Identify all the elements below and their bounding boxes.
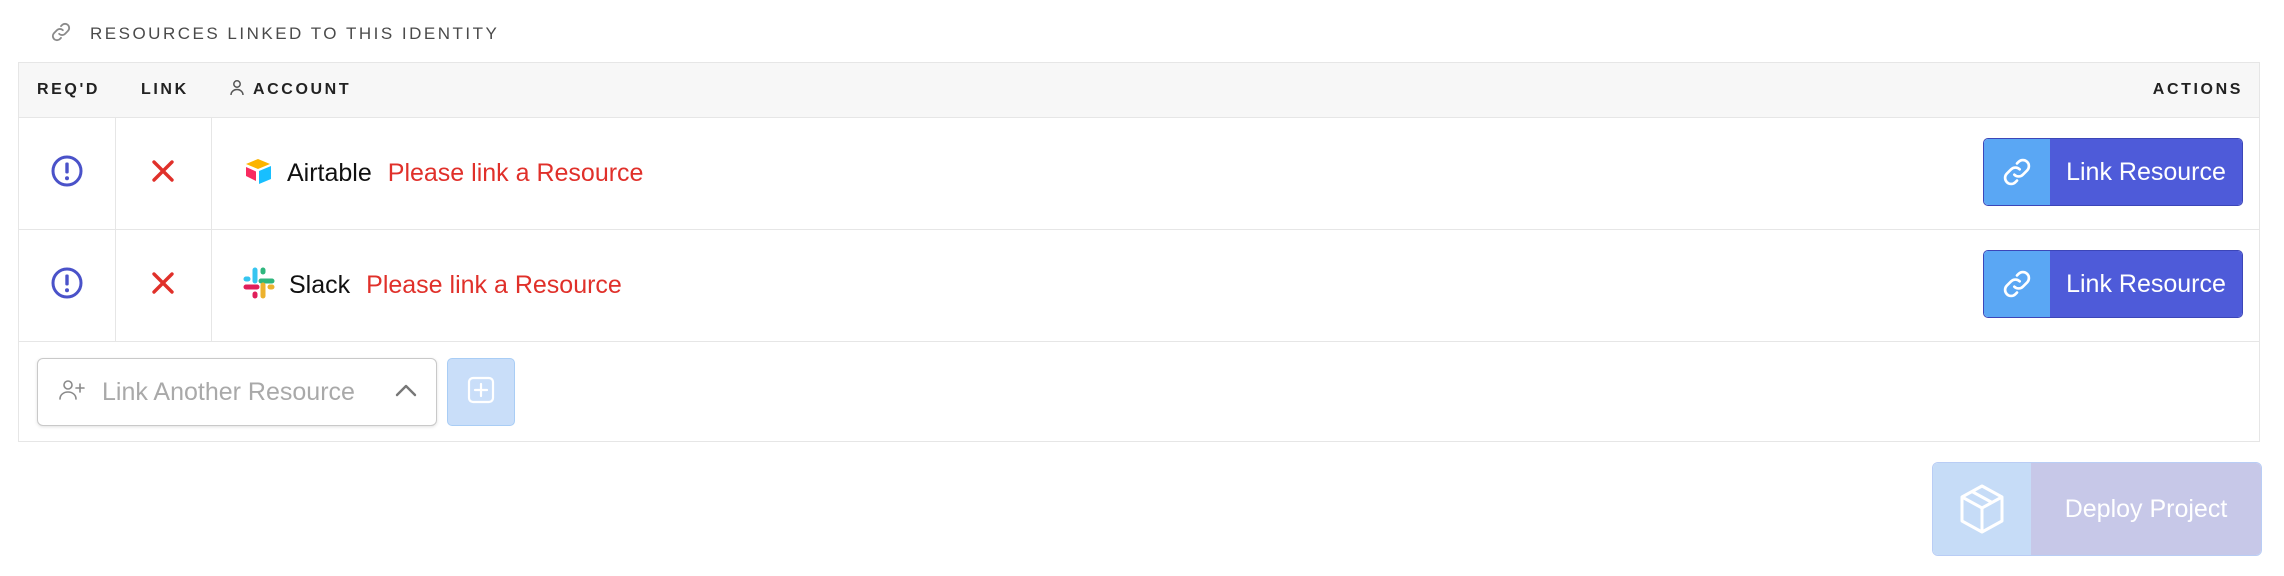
- required-cell: [19, 229, 116, 341]
- link-another-row: Link Another Resource: [19, 341, 2259, 441]
- account-name: Airtable: [287, 158, 372, 187]
- link-resource-button[interactable]: Link Resource: [1983, 250, 2243, 318]
- column-header-account-label: ACCOUNT: [253, 81, 352, 98]
- user-icon: [229, 79, 245, 102]
- package-icon: [1933, 463, 2031, 555]
- column-header-account: ACCOUNT: [229, 63, 351, 117]
- link-warning: Please link a Resource: [387, 158, 644, 187]
- section-header: RESOURCES LINKED TO THIS IDENTITY: [50, 22, 499, 46]
- account-cell: Airtable Please link a Resource: [243, 117, 643, 229]
- chevron-up-icon[interactable]: [394, 382, 418, 403]
- table-header: REQ'D LINK ACCOUNT ACTIONS: [19, 63, 2259, 118]
- column-header-actions: ACTIONS: [2152, 81, 2243, 98]
- link-status-cell: [115, 117, 212, 229]
- slack-logo-icon: [243, 267, 275, 304]
- required-cell: [19, 117, 116, 229]
- deploy-project-label: Deploy Project: [2031, 463, 2261, 555]
- column-header-link: LINK: [141, 81, 189, 98]
- link-resource-label: Link Resource: [2050, 251, 2242, 317]
- add-user-icon: [58, 378, 86, 407]
- account-name: Slack: [289, 270, 351, 299]
- select-placeholder: Link Another Resource: [102, 377, 355, 406]
- exclamation-circle-icon: [50, 266, 84, 305]
- link-icon: [50, 21, 72, 48]
- link-icon: [1984, 251, 2050, 317]
- link-status-cell: [115, 229, 212, 341]
- link-warning: Please link a Resource: [366, 270, 622, 299]
- resources-table: REQ'D LINK ACCOUNT ACTIONS Airtable Plea…: [18, 62, 2260, 442]
- table-row: Airtable Please link a Resource Link Res…: [19, 117, 2259, 230]
- x-icon: [151, 271, 175, 300]
- link-icon: [1984, 139, 2050, 205]
- link-resource-button[interactable]: Link Resource: [1983, 138, 2243, 206]
- add-resource-button[interactable]: [447, 358, 515, 426]
- airtable-logo-icon: [243, 157, 273, 190]
- column-header-required: REQ'D: [37, 81, 101, 98]
- exclamation-circle-icon: [50, 154, 84, 193]
- account-cell: Slack Please link a Resource: [243, 229, 622, 341]
- x-icon: [151, 159, 175, 188]
- link-resource-label: Link Resource: [2050, 139, 2242, 205]
- table-row: Slack Please link a Resource Link Resour…: [19, 229, 2259, 342]
- link-another-resource-select[interactable]: Link Another Resource: [37, 358, 437, 426]
- deploy-project-button[interactable]: Deploy Project: [1932, 462, 2262, 556]
- plus-square-icon: [466, 375, 496, 410]
- section-title: RESOURCES LINKED TO THIS IDENTITY: [90, 24, 500, 43]
